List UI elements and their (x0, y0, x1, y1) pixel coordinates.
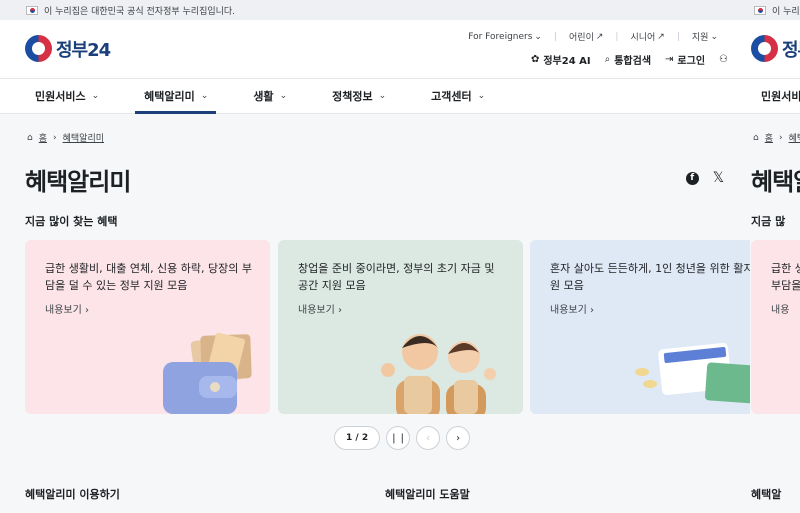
chevron-down-icon: ⌄ (91, 91, 100, 101)
nav-item-civil-service[interactable]: 민원서비 (752, 79, 800, 113)
viewport: 이 누리집은 대한민국 공식 전자정부 누리집입니다. 정부24 For For… (0, 0, 800, 513)
pause-icon: ❘❘ (389, 432, 407, 444)
card-more-link[interactable]: 내용 (771, 301, 789, 316)
bottom-sections: 혜택알 (751, 488, 782, 501)
section-help[interactable]: 혜택알리미 도움말 (385, 486, 745, 502)
divider: | (553, 31, 558, 42)
benefit-card[interactable]: 급한 생 부담을 내용 (751, 240, 800, 414)
x-twitter-icon[interactable]: 𝕏 (713, 171, 724, 185)
header-actions: ✿ 정부24 AI ⌕ 통합검색 ⇥ 로그인 ⚇ (531, 52, 728, 67)
wallet-illustration (163, 332, 252, 414)
main-content: ⌂ 홈 › 혜택알리미 혜택알 지금 많 급한 생부담을 내용 혜택알 (750, 114, 800, 513)
section-title: 지금 많이 찾는 혜택 (25, 215, 118, 228)
login-icon: ⇥ (665, 54, 674, 65)
pause-button[interactable]: ❘❘ (386, 426, 411, 450)
carousel-pager: 1 / 2 ❘❘ ‹ › (334, 426, 471, 450)
site-logo[interactable]: 정부24 (25, 35, 111, 62)
util-link-kids[interactable]: 어린이 ↗ (569, 30, 604, 44)
logo-text: 정부24 (56, 39, 111, 61)
breadcrumb-current[interactable]: 혜택알리미 (63, 131, 104, 144)
chevron-down-icon: ⌄ (534, 31, 542, 42)
taegeuk-logo-icon (751, 35, 778, 62)
util-link-senior[interactable]: 시니어 ↗ (630, 30, 665, 44)
gov-banner: 이 누리집은 대한민국 공식 전자정부 누리집입니다. (750, 0, 800, 20)
chevron-down-icon: ⌄ (710, 31, 718, 42)
main-nav: 민원서비스 ⌄ 혜택알리미 ⌄ 생활 ⌄ 정책정보 ⌄ 고객센터 ⌄ (0, 78, 750, 114)
breadcrumb: ⌂ 홈 › 혜택알리미 (27, 131, 104, 145)
page-title: 혜택알 (751, 168, 800, 196)
chevron-right-icon: › (779, 132, 783, 143)
breadcrumb: ⌂ 홈 › 혜택알리미 (753, 132, 800, 145)
korean-flag-icon (26, 5, 38, 15)
login-button[interactable]: ⇥ 로그인 (665, 52, 705, 67)
ai-button[interactable]: ✿ 정부24 AI (531, 52, 591, 67)
benefit-card[interactable]: 급한 생활비, 대출 연체, 신용 하락, 당장의 부담을 덜 수 있는 정부 … (25, 240, 270, 414)
chevron-right-icon: › (456, 432, 461, 444)
page-counter: 1 / 2 (334, 426, 381, 450)
chevron-down-icon: ⌄ (200, 91, 209, 101)
util-link-support[interactable]: 지원 ⌄ (692, 30, 718, 44)
search-icon: ⌕ (604, 54, 611, 65)
section-title: 지금 많 (751, 215, 786, 228)
main-nav: 민원서비 (750, 78, 800, 114)
nav-item-policy-info[interactable]: 정책정보 ⌄ (323, 79, 394, 113)
next-button[interactable]: › (446, 426, 471, 450)
chevron-left-icon: ‹ (426, 432, 431, 444)
korean-flag-icon (754, 5, 766, 15)
site-logo[interactable]: 정부24 (751, 35, 800, 62)
benefit-card[interactable]: 혼자 살아도 든든하게, 1인 청년을 위한 활지원 모음 내용보기 › (530, 240, 775, 414)
header: 정부24 For Foreigners ⌄ | 어린이 ↗ | 시니어 ↗ | 지원 ⌄… (0, 20, 750, 78)
nav-item-customer-center[interactable]: 고객센터 ⌄ (422, 79, 493, 113)
facebook-icon[interactable]: f (685, 171, 699, 185)
chevron-right-icon: › (53, 132, 57, 143)
page-duplicate: 이 누리집은 대한민국 공식 전자정부 누리집입니다. 정부24 민원서비 ⌂ … (750, 0, 800, 513)
user-add-icon: ⚇ (719, 54, 728, 65)
prev-button[interactable]: ‹ (416, 426, 441, 450)
util-link-foreigners[interactable]: For Foreigners ⌄ (468, 30, 542, 43)
gov-banner-text: 이 누리집은 대한민국 공식 전자정부 누리집입니다. (44, 6, 236, 17)
gov-banner[interactable]: 이 누리집은 대한민국 공식 전자정부 누리집입니다. (0, 0, 750, 20)
divider: | (615, 31, 619, 42)
divider: | (676, 31, 680, 42)
share-links: f 𝕏 (685, 171, 724, 185)
chevron-down-icon: ⌄ (477, 91, 486, 101)
nav-item-benefit-alert[interactable]: 혜택알리미 ⌄ (135, 79, 217, 114)
external-link-icon: ↗ (595, 31, 604, 42)
main-content: ⌂ 홈 › 혜택알리미 혜택알리미 f 𝕏 지금 많이 찾는 혜택 급한 생활비… (0, 114, 775, 513)
chevron-down-icon: ⌄ (279, 91, 288, 101)
benefit-card[interactable]: 창업을 준비 중이라면, 정부의 초기 자금 및 공간 지원 모음 내용보기 › (278, 240, 523, 414)
search-button[interactable]: ⌕ 통합검색 (605, 52, 651, 67)
chevron-down-icon: ⌄ (378, 91, 387, 101)
signup-button[interactable]: ⚇ (719, 54, 728, 65)
nav-item-life[interactable]: 생활 ⌄ (244, 79, 295, 113)
card-text: 급한 생 부담을 (771, 262, 800, 292)
taegeuk-logo-icon (25, 35, 52, 62)
header: 정부24 (750, 20, 800, 78)
entrepreneurs-illustration (381, 334, 496, 414)
home-icon: ⌂ (27, 132, 33, 143)
nav-item-civil-service[interactable]: 민원서비스 ⌄ (26, 79, 107, 113)
home-icon: ⌂ (753, 132, 759, 143)
cards-illustration (635, 342, 759, 404)
page-title: 혜택알리미 (25, 168, 131, 196)
external-link-icon: ↗ (657, 31, 665, 42)
breadcrumb-home[interactable]: 홈 (39, 131, 47, 144)
section-how-to-use[interactable]: 혜택알리미 이용하기 (25, 486, 385, 502)
page-main: 이 누리집은 대한민국 공식 전자정부 누리집입니다. 정부24 For For… (0, 0, 775, 513)
bottom-sections: 혜택알리미 이용하기 혜택알리미 도움말 (25, 486, 745, 502)
utility-links: For Foreigners ⌄ | 어린이 ↗ | 시니어 ↗ | 지원 ⌄ (468, 30, 718, 44)
ai-icon: ✿ (530, 54, 540, 65)
